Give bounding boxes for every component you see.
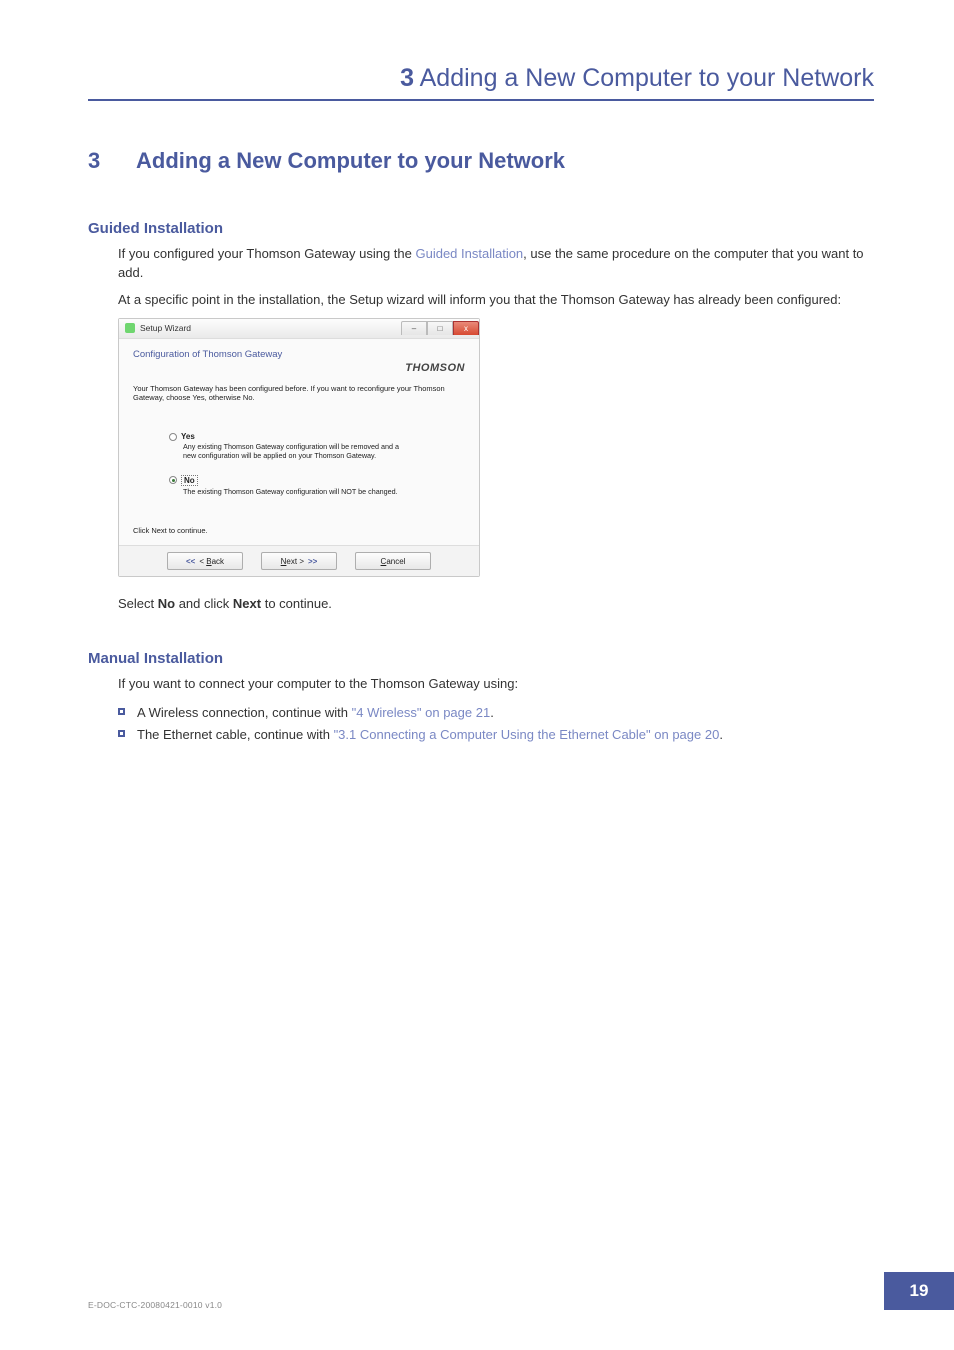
radio-no-label: No xyxy=(181,475,198,486)
radio-yes-label: Yes xyxy=(181,432,195,441)
manual-intro: If you want to connect your computer to … xyxy=(118,675,874,694)
list-item: The Ethernet cable, continue with "3.1 C… xyxy=(118,724,874,746)
minimize-button[interactable]: – xyxy=(401,321,427,335)
wizard-option-no[interactable]: No The existing Thomson Gateway configur… xyxy=(169,475,465,497)
wizard-footer: << < Back Next > >> Cancel xyxy=(119,545,479,576)
back-button[interactable]: << < Back xyxy=(167,552,243,570)
close-button[interactable]: x xyxy=(453,321,479,335)
wizard-continue-hint: Click Next to continue. xyxy=(133,526,465,535)
wizard-window: Setup Wizard – □ x Configuration of Thom… xyxy=(118,318,480,578)
setup-wizard-screenshot: Setup Wizard – □ x Configuration of Thom… xyxy=(118,318,874,578)
next-chevrons-icon: >> xyxy=(308,557,317,566)
wizard-option-yes[interactable]: Yes Any existing Thomson Gateway configu… xyxy=(169,432,465,460)
page-footer: E-DOC-CTC-20080421-0010 v1.0 19 xyxy=(0,1272,954,1310)
wizard-heading: Configuration of Thomson Gateway xyxy=(133,349,465,360)
wizard-brand: THOMSON xyxy=(133,362,465,374)
header-number: 3 xyxy=(400,64,414,92)
bullet-icon xyxy=(118,730,125,737)
list-item: A Wireless connection, continue with "4 … xyxy=(118,702,874,724)
document-id: E-DOC-CTC-20080421-0010 v1.0 xyxy=(88,1300,222,1310)
section-heading-guided: Guided Installation xyxy=(88,220,874,237)
chapter-heading: 3Adding a New Computer to your Network xyxy=(88,148,874,174)
wizard-options: Yes Any existing Thomson Gateway configu… xyxy=(169,432,465,496)
radio-no-desc: The existing Thomson Gateway configurati… xyxy=(183,488,413,497)
link-wireless-chapter[interactable]: "4 Wireless" on page 21 xyxy=(352,705,491,720)
page-number: 19 xyxy=(884,1272,954,1310)
radio-no[interactable] xyxy=(169,476,177,484)
wizard-titlebar: Setup Wizard – □ x xyxy=(119,319,479,339)
wizard-body: Configuration of Thomson Gateway THOMSON… xyxy=(119,339,479,546)
cancel-button[interactable]: Cancel xyxy=(355,552,431,570)
page-running-header: 3 Adding a New Computer to your Network xyxy=(88,64,874,101)
guided-para-1: If you configured your Thomson Gateway u… xyxy=(118,245,874,283)
radio-yes[interactable] xyxy=(169,433,177,441)
chapter-title: Adding a New Computer to your Network xyxy=(136,148,565,173)
wizard-title-text: Setup Wizard xyxy=(140,323,191,333)
back-chevrons-icon: << xyxy=(186,557,195,566)
maximize-button[interactable]: □ xyxy=(427,321,453,335)
manual-bullets: A Wireless connection, continue with "4 … xyxy=(118,702,874,746)
next-button[interactable]: Next > >> xyxy=(261,552,337,570)
page-content: 3Adding a New Computer to your Network G… xyxy=(88,148,874,746)
guided-after-wizard: Select No and click Next to continue. xyxy=(118,595,874,614)
bullet-icon xyxy=(118,708,125,715)
radio-yes-desc: Any existing Thomson Gateway configurati… xyxy=(183,443,413,460)
chapter-number: 3 xyxy=(88,148,136,174)
link-guided-installation[interactable]: Guided Installation xyxy=(415,246,523,261)
wizard-app-icon xyxy=(125,323,135,333)
wizard-intro-text: Your Thomson Gateway has been configured… xyxy=(133,384,465,403)
link-ethernet-section[interactable]: "3.1 Connecting a Computer Using the Eth… xyxy=(334,727,720,742)
guided-para-2: At a specific point in the installation,… xyxy=(118,291,874,310)
section-heading-manual: Manual Installation xyxy=(88,650,874,667)
